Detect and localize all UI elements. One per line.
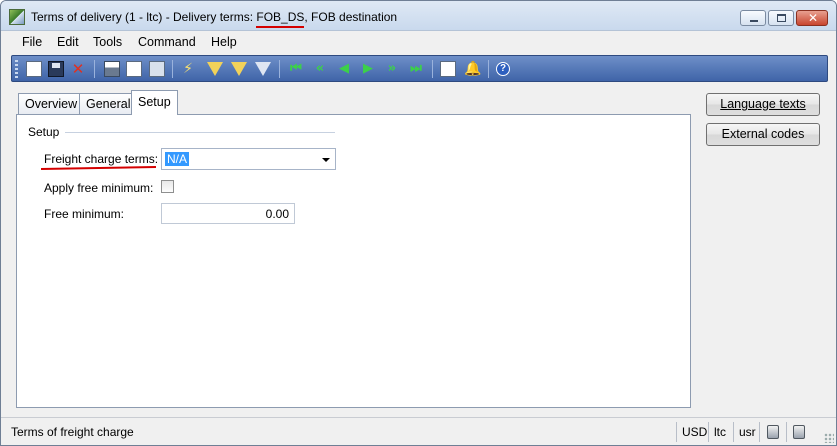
title-bar: Terms of delivery (1 - ltc) - Delivery t… — [1, 1, 836, 31]
toolbar-separator — [94, 60, 95, 78]
status-bar: Terms of freight charge USD ltc usr — [1, 417, 836, 445]
status-user: usr — [739, 425, 756, 439]
chevron-down-icon[interactable] — [322, 158, 330, 162]
external-codes-button[interactable]: External codes — [706, 123, 820, 146]
menu-edit[interactable]: Edit — [57, 35, 79, 49]
external-codes-label: External codes — [721, 127, 805, 141]
maximize-button[interactable] — [768, 10, 794, 26]
document-handling-icon[interactable] — [440, 61, 456, 77]
freight-charge-terms-label: Freight charge terms: — [44, 152, 159, 166]
app-icon — [9, 9, 25, 25]
database-icon[interactable] — [767, 425, 779, 439]
status-company[interactable]: ltc — [714, 423, 726, 441]
first-record-icon[interactable]: ⏮ — [288, 61, 304, 77]
print-preview-icon[interactable] — [126, 61, 142, 77]
clear-filter-icon[interactable] — [255, 62, 271, 76]
free-minimum-field[interactable]: 0.00 — [161, 203, 295, 224]
next-record-icon[interactable]: ▶ — [360, 61, 376, 77]
export-icon[interactable] — [149, 61, 165, 77]
menu-bar: File Edit Tools Command Help — [1, 32, 836, 53]
apply-free-minimum-checkbox[interactable] — [161, 180, 174, 193]
toolbar-separator — [172, 60, 173, 78]
database-icon[interactable] — [793, 425, 805, 439]
status-separator — [759, 422, 760, 442]
tab-overview[interactable]: Overview — [18, 93, 85, 114]
help-icon[interactable]: ? — [496, 62, 510, 76]
close-button[interactable]: ✕ — [796, 10, 828, 26]
next-page-icon[interactable]: » — [384, 61, 400, 77]
resize-grip-icon[interactable] — [824, 433, 834, 443]
toolbar-separator — [279, 60, 280, 78]
menu-tools[interactable]: Tools — [93, 35, 122, 49]
delete-icon[interactable]: ✕ — [70, 61, 86, 77]
setup-group-title: Setup — [28, 125, 60, 139]
free-minimum-label: Free minimum: — [44, 207, 125, 221]
filter-by-grid-icon[interactable] — [207, 62, 223, 76]
language-texts-button[interactable]: Language texts — [706, 93, 820, 116]
title-suffix: , FOB destination — [304, 10, 398, 24]
alert-icon[interactable]: 🔔 — [464, 61, 481, 77]
toolbar-separator — [488, 60, 489, 78]
status-separator — [676, 422, 677, 442]
toolbar-separator — [432, 60, 433, 78]
print-icon[interactable] — [104, 61, 120, 77]
language-texts-label: Language texts — [720, 97, 806, 111]
title-prefix: Terms of delivery (1 - ltc) - Delivery t… — [31, 10, 257, 24]
maximize-icon — [777, 14, 786, 22]
window-title: Terms of delivery (1 - ltc) - Delivery t… — [31, 10, 397, 24]
tab-setup[interactable]: Setup — [131, 90, 178, 115]
previous-record-icon[interactable]: ◀ — [336, 61, 352, 77]
tab-general[interactable]: General — [79, 93, 138, 114]
status-currency[interactable]: USD — [682, 423, 707, 441]
close-icon: ✕ — [808, 11, 819, 25]
menu-file[interactable]: File — [22, 35, 42, 49]
previous-page-icon[interactable]: « — [312, 61, 328, 77]
application-window: Terms of delivery (1 - ltc) - Delivery t… — [0, 0, 837, 446]
menu-help[interactable]: Help — [211, 35, 237, 49]
minimize-icon — [750, 20, 758, 22]
title-key: FOB_DS — [256, 10, 305, 24]
new-record-icon[interactable] — [26, 61, 42, 77]
apply-free-minimum-label: Apply free minimum: — [44, 181, 154, 195]
filter-by-selection-icon[interactable]: ⚡ — [180, 61, 196, 77]
group-divider — [65, 132, 335, 133]
menu-command[interactable]: Command — [138, 35, 196, 49]
status-separator — [786, 422, 787, 442]
toolbar-grip[interactable] — [15, 60, 18, 78]
toolbar: ✕ ⚡ ⏮ « ◀ ▶ » ⏭ 🔔 ? — [11, 55, 828, 82]
minimize-button[interactable] — [740, 10, 766, 26]
advanced-filter-icon[interactable] — [231, 62, 247, 76]
save-icon[interactable] — [48, 61, 64, 77]
last-record-icon[interactable]: ⏭ — [408, 61, 424, 77]
freight-charge-terms-value: N/A — [165, 152, 190, 166]
status-separator — [733, 422, 734, 442]
freight-charge-terms-dropdown[interactable]: N/A — [161, 148, 336, 170]
status-separator — [708, 422, 709, 442]
status-message: Terms of freight charge — [11, 425, 134, 439]
